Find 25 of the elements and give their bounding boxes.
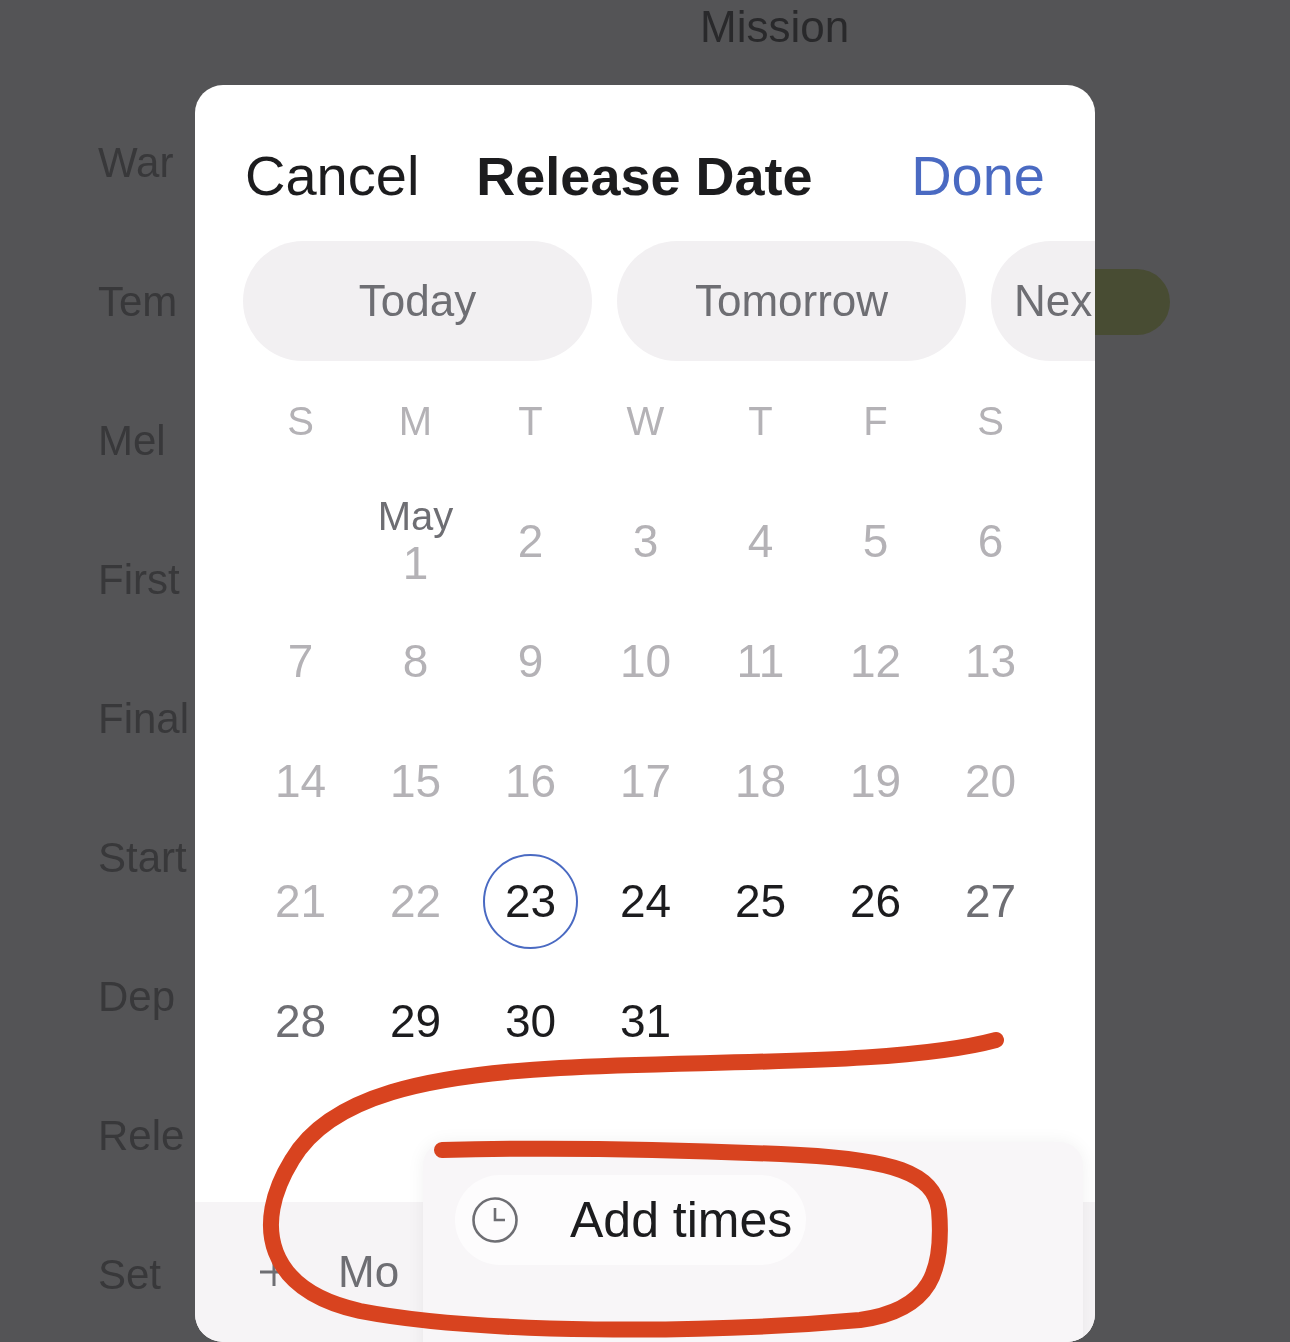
- done-button[interactable]: Done: [911, 143, 1045, 209]
- weekday-label: T: [518, 398, 543, 444]
- dialog-title: Release Date: [476, 145, 813, 208]
- weekday-label: F: [863, 398, 888, 444]
- day-button[interactable]: 26: [828, 853, 923, 949]
- day-button[interactable]: 29: [368, 973, 463, 1069]
- day-button[interactable]: 31: [598, 973, 693, 1069]
- add-times-button[interactable]: Add times: [455, 1175, 807, 1265]
- more-button[interactable]: Mo: [260, 1247, 400, 1297]
- day-button[interactable]: 30: [483, 973, 578, 1069]
- day-button[interactable]: 23: [483, 853, 578, 949]
- clock-icon: [472, 1197, 518, 1243]
- weekday-label: T: [748, 398, 773, 444]
- quick-pick-chip[interactable]: Tomorrow: [617, 241, 966, 361]
- day-button[interactable]: 27: [943, 853, 1038, 949]
- weekday-label: W: [626, 398, 665, 444]
- cancel-button[interactable]: Cancel: [245, 143, 420, 209]
- quick-pick-chip[interactable]: Nex: [991, 241, 1095, 361]
- weekday-label: S: [287, 398, 314, 444]
- day-button[interactable]: 25: [713, 853, 808, 949]
- day-button[interactable]: 28: [253, 973, 348, 1069]
- quick-pick-chip[interactable]: Today: [243, 241, 592, 361]
- weekday-label: S: [977, 398, 1004, 444]
- day-button[interactable]: 24: [598, 853, 693, 949]
- weekday-label: M: [398, 398, 433, 444]
